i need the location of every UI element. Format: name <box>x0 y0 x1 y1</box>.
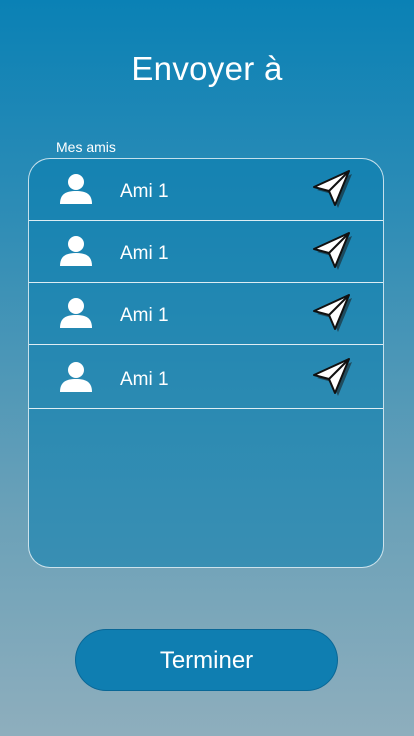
user-icon <box>60 174 92 204</box>
page-title: Envoyer à <box>131 50 283 87</box>
friends-section-label: Mes amis <box>56 139 116 155</box>
paper-plane-icon[interactable] <box>309 167 355 211</box>
friend-row[interactable]: Ami 1 <box>29 347 383 409</box>
paper-plane-icon[interactable] <box>309 291 355 335</box>
paper-plane-icon[interactable] <box>309 355 355 399</box>
paper-plane-icon[interactable] <box>309 229 355 273</box>
friend-row[interactable]: Ami 1 <box>29 283 383 345</box>
user-icon <box>60 298 92 328</box>
friend-row[interactable]: Ami 1 <box>29 159 383 221</box>
friend-name: Ami 1 <box>120 181 169 202</box>
friend-name: Ami 1 <box>120 369 169 390</box>
user-icon <box>60 362 92 392</box>
done-button[interactable]: Terminer <box>75 629 338 691</box>
friend-row[interactable]: Ami 1 <box>29 221 383 283</box>
friend-name: Ami 1 <box>120 305 169 326</box>
user-icon <box>60 236 92 266</box>
friends-list: Ami 1 Ami 1 Ami 1 Ami 1 <box>28 158 384 568</box>
friend-name: Ami 1 <box>120 243 169 264</box>
